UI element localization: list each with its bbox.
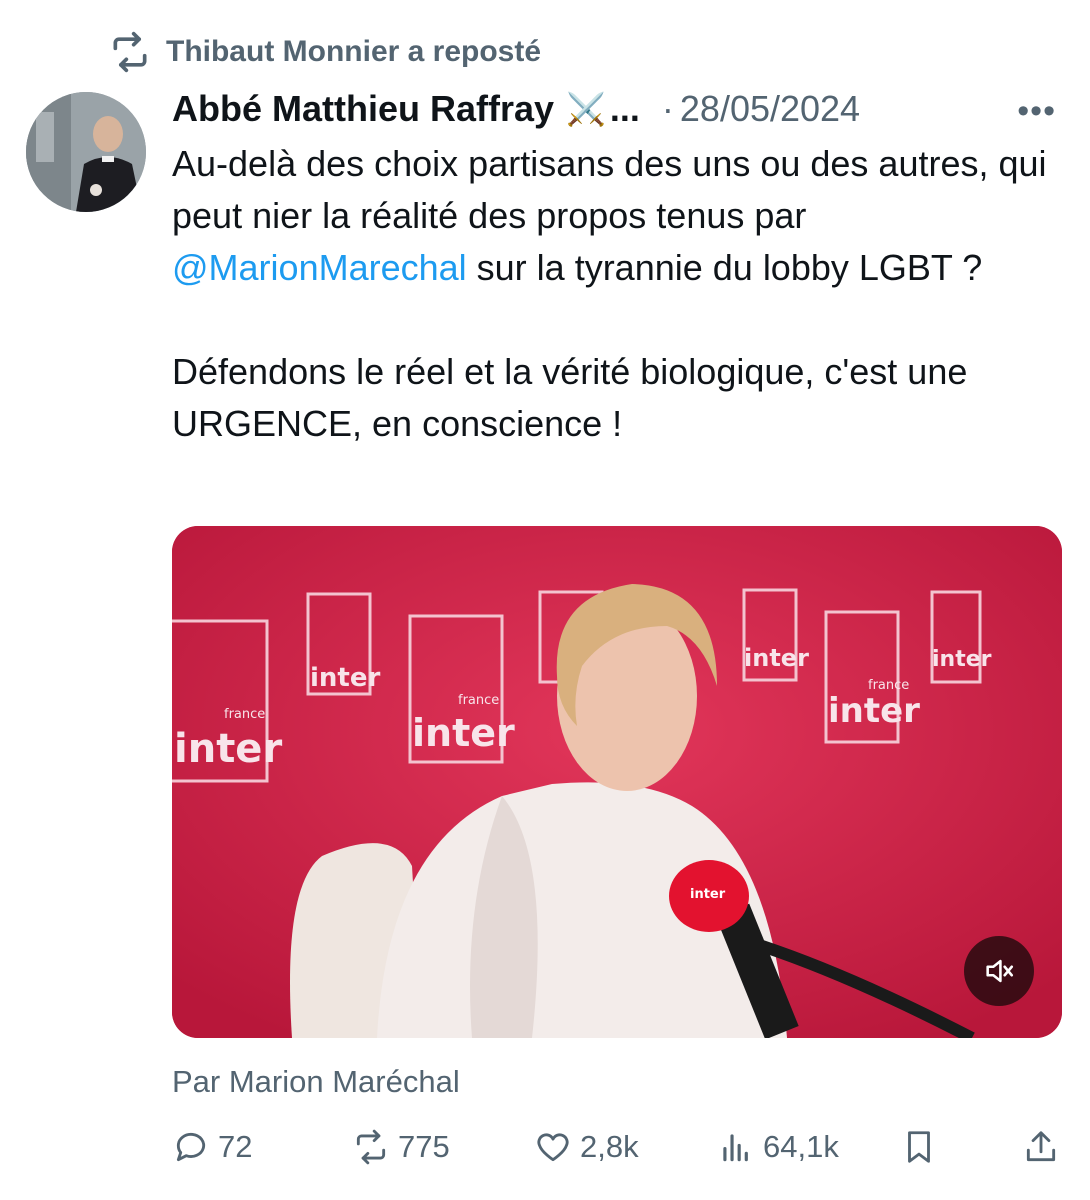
tweet-actions: 72 775 2,8k 64,1k: [172, 1128, 1062, 1178]
branding-text: france: [224, 707, 265, 722]
video-frame: inter inter inter inter inter inter fran…: [172, 526, 1062, 1038]
author-name[interactable]: Abbé Matthieu Raffray: [172, 88, 554, 130]
tweet-paragraph-1: Au-delà des choix partisans des uns ou d…: [172, 138, 1072, 294]
speaker-muted-icon: [986, 959, 1014, 983]
bookmark-button[interactable]: [900, 1128, 938, 1166]
share-icon: [1026, 1131, 1056, 1162]
views-button[interactable]: 64,1k: [717, 1128, 839, 1166]
mention-link[interactable]: @MarionMarechal: [172, 247, 467, 288]
branding-text: france: [868, 678, 909, 693]
branding-text: inter: [310, 663, 380, 693]
branding-text: inter: [744, 644, 809, 672]
video-player[interactable]: inter inter inter inter inter inter fran…: [172, 526, 1062, 1038]
swords-emoji: ⚔️: [566, 91, 606, 127]
branding-text: france: [458, 693, 499, 708]
branding-text: inter: [412, 711, 515, 755]
separator-dot: ·: [661, 88, 674, 129]
branding-text: inter: [174, 726, 282, 772]
repost-button[interactable]: 775: [352, 1128, 450, 1166]
like-count: 2,8k: [580, 1129, 639, 1164]
tweet-paragraph-2: Défendons le réel et la vérité biologiqu…: [172, 351, 968, 444]
tweet-text: Au-delà des choix partisans des uns ou d…: [172, 138, 1072, 450]
repost-count: 775: [398, 1129, 450, 1164]
reply-button[interactable]: 72: [172, 1128, 252, 1166]
tweet-header: Abbé Matthieu Raffray ⚔️ ... · 28/05/202…: [172, 84, 1066, 134]
repost-text: Thibaut Monnier a reposté: [166, 35, 542, 68]
more-options-icon[interactable]: •••: [1017, 92, 1056, 131]
reply-icon: [176, 1132, 206, 1162]
name-truncation: ...: [609, 88, 640, 129]
branding-text: inter: [932, 647, 992, 672]
repost-icon: [356, 1129, 386, 1165]
mute-button[interactable]: [964, 936, 1034, 1006]
heart-icon: [537, 1133, 569, 1162]
bookmark-icon: [908, 1131, 930, 1163]
mic-branding: inter: [690, 887, 726, 902]
reply-count: 72: [218, 1129, 253, 1164]
media-attribution[interactable]: Par Marion Maréchal: [172, 1064, 460, 1100]
tweet-text-part: sur la tyrannie du lobby LGBT ?: [466, 247, 983, 288]
like-button[interactable]: 2,8k: [534, 1128, 639, 1166]
tweet-date[interactable]: 28/05/2024: [680, 88, 860, 130]
view-count: 64,1k: [763, 1129, 839, 1164]
branding-text: inter: [828, 691, 920, 731]
repost-indicator[interactable]: Thibaut Monnier a reposté: [108, 30, 541, 74]
analytics-icon: [723, 1134, 748, 1162]
tweet-text-part: Au-delà des choix partisans des uns ou d…: [172, 143, 1047, 236]
share-button[interactable]: [1022, 1128, 1060, 1166]
repost-icon: [113, 31, 147, 73]
avatar[interactable]: [26, 92, 146, 212]
